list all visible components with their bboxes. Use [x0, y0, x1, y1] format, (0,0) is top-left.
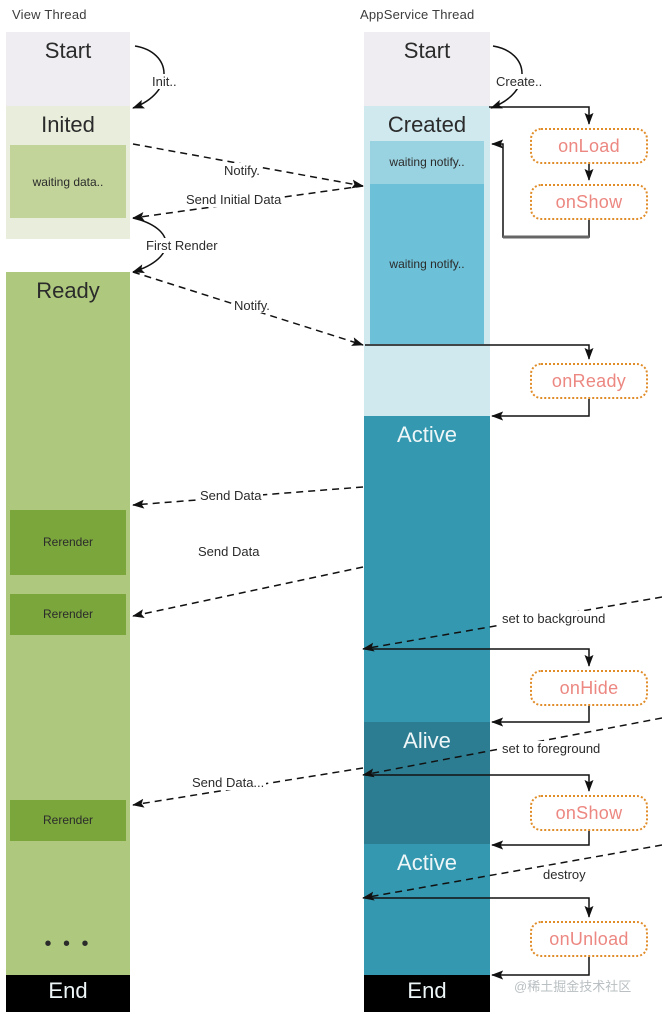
view-block-waiting-data: waiting data.. — [10, 145, 126, 218]
view-block-start: Start — [6, 32, 130, 106]
callback-onhide-label: onHide — [559, 677, 619, 698]
view-block-inited-label: Inited — [41, 112, 95, 137]
view-block-rerender-3: Rerender — [10, 800, 126, 841]
lifecycle-diagram: View Thread AppService Thread Start Init… — [0, 0, 662, 1014]
callback-onshow-2-label: onShow — [555, 802, 623, 823]
callback-onunload-label: onUnload — [549, 928, 629, 949]
edge-label-send-data-3: Send Data... — [190, 775, 267, 790]
edge-label-create: Create.. — [494, 74, 545, 89]
callback-onunload[interactable]: onUnload — [530, 921, 648, 957]
view-block-rerender-2: Rerender — [10, 594, 126, 635]
callback-onhide[interactable]: onHide — [530, 670, 648, 706]
appservice-block-start-label: Start — [403, 38, 451, 63]
view-block-rerender-3-label: Rerender — [42, 813, 94, 827]
edge-label-destroy: destroy — [541, 867, 588, 882]
edge-label-notify-1: Notify. — [222, 163, 262, 178]
appservice-block-active-1-label: Active — [397, 422, 457, 447]
appservice-block-waiting-notify-2-label: waiting notify.. — [389, 257, 465, 271]
edge-label-set-to-background: set to background — [500, 611, 608, 626]
callback-onshow-2[interactable]: onShow — [530, 795, 648, 831]
edge-label-first-render: First Render — [144, 238, 220, 253]
appservice-block-end-label: End — [407, 978, 447, 1003]
view-block-ready-label: Ready — [36, 278, 100, 303]
edge-label-send-initial-data: Send Initial Data — [184, 192, 284, 207]
appservice-block-active-1: Active — [364, 416, 490, 722]
view-block-rerender-2-label: Rerender — [42, 607, 94, 621]
column-title-view-thread: View Thread — [12, 7, 87, 22]
callback-onload[interactable]: onLoad — [530, 128, 648, 164]
appservice-block-waiting-notify-1-label: waiting notify.. — [389, 155, 465, 169]
view-block-end-label: End — [48, 978, 88, 1003]
view-block-waiting-data-label: waiting data.. — [32, 175, 104, 189]
appservice-block-waiting-notify-2: waiting notify.. — [370, 184, 484, 344]
view-block-ellipsis: • • • — [44, 933, 92, 955]
edge-label-init: Init.. — [150, 74, 179, 89]
watermark: @稀土掘金技术社区 — [514, 979, 632, 994]
view-block-end: End — [6, 975, 130, 1012]
column-title-appservice-thread: AppService Thread — [360, 7, 475, 22]
callback-onshow-1[interactable]: onShow — [530, 184, 648, 220]
appservice-block-created-label: Created — [387, 112, 467, 137]
appservice-block-active-2-label: Active — [397, 850, 457, 875]
callback-onready-label: onReady — [551, 370, 627, 391]
appservice-block-end: End — [364, 975, 490, 1012]
appservice-block-alive: Alive — [364, 722, 490, 844]
callback-onshow-1-label: onShow — [555, 191, 623, 212]
appservice-block-waiting-notify-1: waiting notify.. — [370, 141, 484, 184]
edge-label-notify-2: Notify. — [232, 298, 272, 313]
edge-label-send-data-1: Send Data — [198, 488, 264, 503]
view-block-rerender-1-label: Rerender — [42, 535, 94, 549]
callback-onready[interactable]: onReady — [530, 363, 648, 399]
view-block-rerender-1: Rerender — [10, 510, 126, 575]
callback-onload-label: onLoad — [558, 135, 620, 156]
appservice-block-start: Start — [364, 32, 490, 106]
view-block-start-label: Start — [44, 38, 92, 63]
edge-label-set-to-foreground: set to foreground — [500, 741, 603, 756]
appservice-block-alive-label: Alive — [403, 728, 451, 753]
appservice-block-active-2: Active — [364, 844, 490, 975]
edge-label-send-data-2: Send Data — [196, 544, 262, 559]
